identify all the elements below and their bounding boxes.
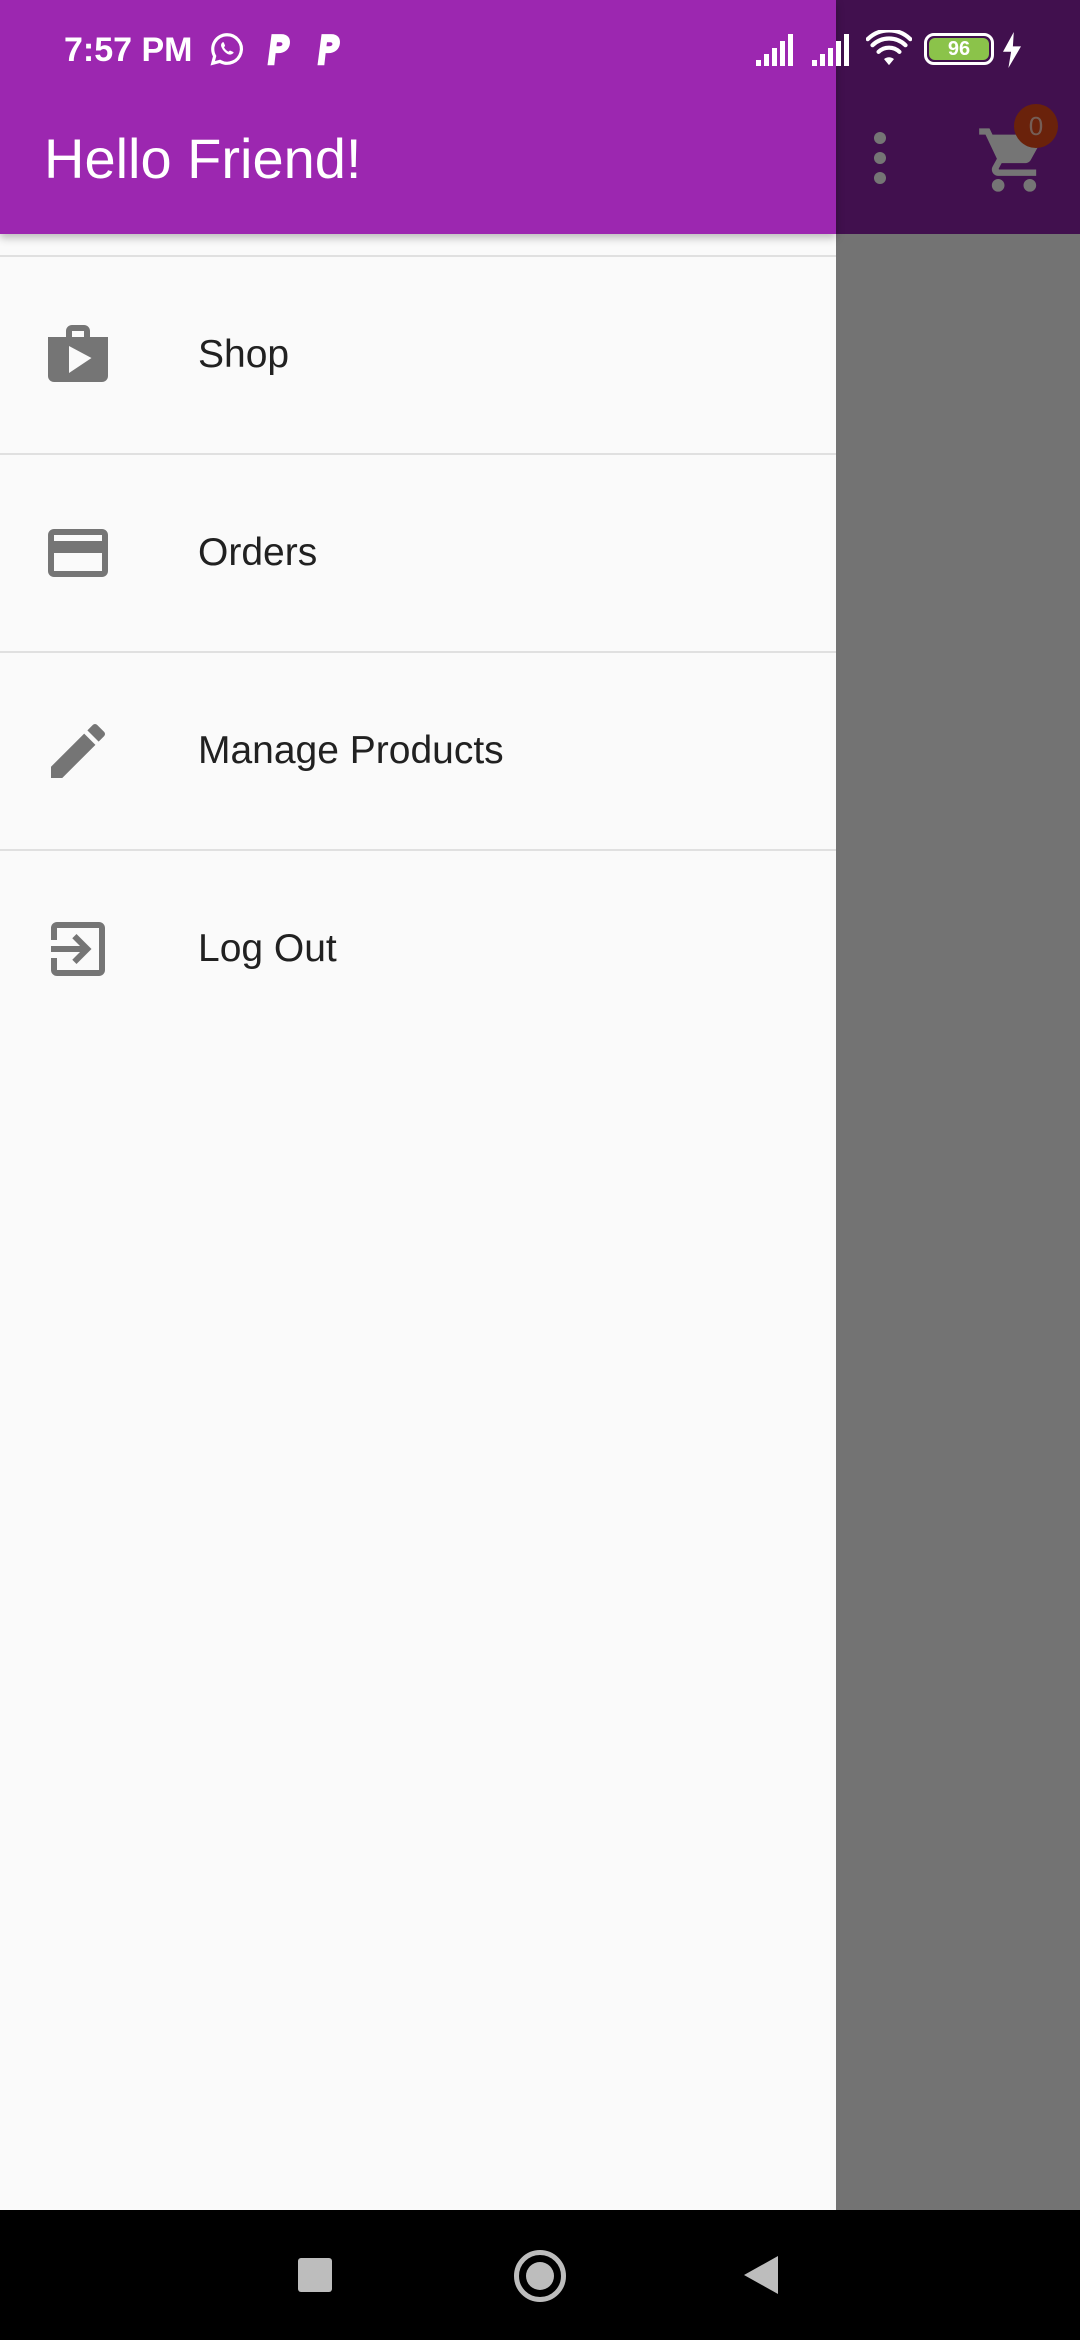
status-bar: 7:57 PM 96	[0, 0, 1080, 80]
battery-level: 96	[929, 38, 989, 60]
drawer-item-label: Log Out	[198, 927, 337, 970]
exit-icon	[51, 922, 105, 976]
charging-icon	[1003, 32, 1021, 68]
recents-button[interactable]	[298, 2258, 332, 2292]
drawer-item-shop[interactable]: Shop	[0, 257, 836, 453]
p-icon	[267, 34, 290, 66]
status-time: 7:57 PM	[64, 31, 193, 69]
drawer-item-log-out[interactable]: Log Out	[0, 851, 836, 1047]
back-button[interactable]	[742, 2254, 780, 2296]
wifi-icon	[866, 30, 912, 66]
edit-icon	[51, 723, 106, 778]
home-icon	[526, 2262, 554, 2290]
credit-card-icon	[48, 529, 108, 577]
signal-icon	[756, 34, 793, 66]
drawer-item-manage-products[interactable]: Manage Products	[0, 653, 836, 849]
drawer-item-orders[interactable]: Orders	[0, 455, 836, 651]
whatsapp-icon	[210, 33, 243, 66]
battery-icon: 96	[924, 33, 994, 65]
system-navigation-bar	[0, 2210, 1080, 2340]
p-icon	[317, 34, 340, 66]
drawer-item-label: Manage Products	[198, 729, 504, 772]
drawer-item-label: Orders	[198, 531, 318, 574]
drawer-title: Hello Friend!	[44, 127, 362, 190]
shop-icon	[48, 325, 108, 382]
drawer-item-label: Shop	[198, 333, 290, 376]
home-button[interactable]	[514, 2250, 566, 2302]
navigation-drawer: Hello Friend! Shop Orders Manage Product…	[0, 0, 836, 2210]
signal-icon	[812, 34, 849, 66]
